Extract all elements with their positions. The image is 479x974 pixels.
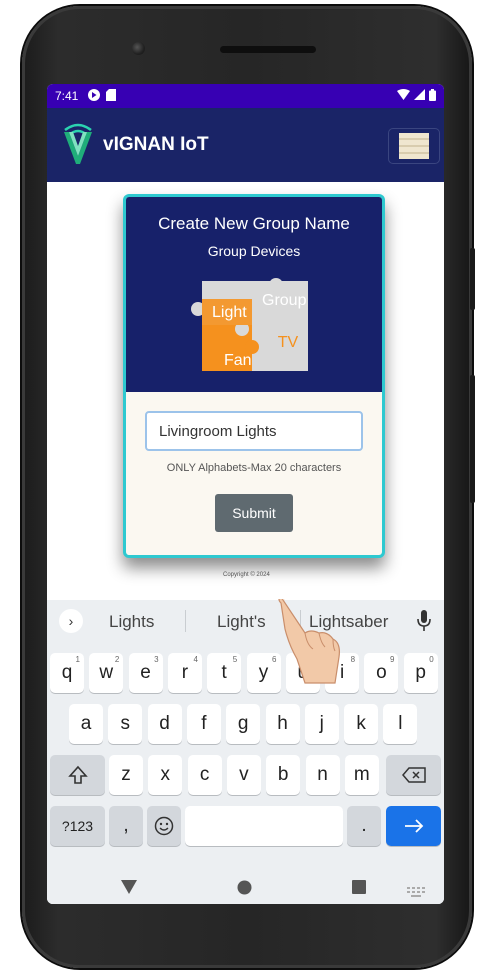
app-title: vIGNAN IoT bbox=[103, 134, 209, 155]
enter-key[interactable] bbox=[386, 806, 441, 846]
key-w[interactable]: w2 bbox=[89, 653, 124, 693]
key-number-hint: 4 bbox=[193, 655, 198, 664]
illustration-tv-label: TV bbox=[278, 334, 299, 351]
app-bar: vIGNAN IoT bbox=[47, 108, 444, 182]
key-r[interactable]: r4 bbox=[167, 653, 202, 693]
wifi-icon bbox=[397, 89, 410, 103]
shift-key[interactable] bbox=[50, 755, 105, 795]
key-v[interactable]: v bbox=[226, 755, 261, 795]
menu-button[interactable] bbox=[388, 128, 440, 164]
backspace-icon bbox=[401, 767, 426, 783]
phone-screen: 7:41 vIGNAN IoT Create New Group Name Gr… bbox=[47, 84, 444, 904]
power-button bbox=[470, 248, 475, 310]
key-k[interactable]: k bbox=[344, 704, 379, 744]
sd-card-icon bbox=[106, 88, 117, 104]
key-number-hint: 8 bbox=[350, 655, 356, 664]
key-d[interactable]: d bbox=[147, 704, 182, 744]
key-s[interactable]: s bbox=[108, 704, 143, 744]
key-a[interactable]: a bbox=[69, 704, 103, 744]
key-l[interactable]: l bbox=[383, 704, 418, 744]
key-x[interactable]: x bbox=[148, 755, 183, 795]
earpiece-speaker bbox=[220, 46, 316, 53]
signal-icon bbox=[414, 89, 425, 103]
illustration-light-label: Light bbox=[212, 304, 247, 321]
copyright-text: Copyright © 2024 bbox=[223, 572, 270, 578]
emoji-key[interactable] bbox=[147, 806, 181, 846]
key-j[interactable]: j bbox=[304, 704, 339, 744]
hamburger-menu-icon bbox=[399, 133, 429, 159]
key-h[interactable]: h bbox=[265, 704, 300, 744]
key-n[interactable]: n bbox=[305, 755, 340, 795]
nav-back-icon[interactable] bbox=[121, 880, 137, 899]
space-key[interactable] bbox=[185, 806, 343, 846]
nav-home-icon[interactable] bbox=[237, 880, 252, 900]
key-number-hint: 0 bbox=[429, 655, 434, 664]
key-number-hint: 2 bbox=[114, 655, 120, 664]
dialog-header: Create New Group Name Group Devices Ligh… bbox=[126, 197, 382, 392]
illustration-group-label: Group bbox=[262, 292, 307, 309]
key-o[interactable]: o9 bbox=[364, 653, 399, 693]
suggestion-1[interactable]: Lights bbox=[109, 612, 154, 632]
key-g[interactable]: g bbox=[226, 704, 261, 744]
backspace-key[interactable] bbox=[386, 755, 441, 795]
soft-keyboard: › Lights Light's Lightsaber q1w2e3r4t5y6… bbox=[47, 600, 444, 904]
microphone-icon[interactable] bbox=[417, 610, 431, 637]
key-number-hint: 1 bbox=[75, 655, 80, 664]
volume-button bbox=[470, 375, 475, 503]
pointing-hand-icon bbox=[278, 599, 340, 684]
play-protect-icon bbox=[88, 88, 101, 104]
chevron-right-icon[interactable]: › bbox=[59, 609, 83, 633]
key-e[interactable]: e3 bbox=[128, 653, 163, 693]
key-p[interactable]: p0 bbox=[403, 653, 438, 693]
dialog-subtitle: Group Devices bbox=[207, 243, 301, 259]
key-number-hint: 5 bbox=[232, 655, 238, 664]
arrow-right-icon bbox=[404, 819, 423, 833]
comma-key[interactable]: , bbox=[109, 806, 143, 846]
nav-recents-icon[interactable] bbox=[352, 880, 366, 899]
suggestion-2[interactable]: Light's bbox=[217, 612, 266, 632]
dialog-title: Create New Group Name bbox=[158, 214, 350, 233]
app-logo-icon bbox=[61, 118, 95, 173]
suggestion-strip: › Lights Light's Lightsaber bbox=[47, 600, 444, 642]
key-b[interactable]: b bbox=[266, 755, 301, 795]
create-group-dialog: Create New Group Name Group Devices Ligh… bbox=[123, 194, 385, 558]
key-t[interactable]: t5 bbox=[207, 653, 242, 693]
key-number-hint: 9 bbox=[389, 655, 395, 664]
keyboard-switch-icon[interactable] bbox=[407, 884, 425, 902]
key-c[interactable]: c bbox=[187, 755, 222, 795]
shift-arrow-icon bbox=[67, 765, 88, 784]
emoji-icon bbox=[154, 816, 174, 836]
input-hint: ONLY Alphabets-Max 20 characters bbox=[166, 462, 342, 474]
battery-icon bbox=[429, 88, 436, 104]
key-f[interactable]: f bbox=[186, 704, 221, 744]
illustration-fan-label: Fan bbox=[224, 352, 252, 369]
status-bar: 7:41 bbox=[47, 84, 444, 108]
period-key[interactable]: . bbox=[347, 806, 381, 846]
front-camera bbox=[132, 42, 145, 55]
submit-button[interactable]: Submit bbox=[215, 494, 293, 532]
key-m[interactable]: m bbox=[344, 755, 379, 795]
key-z[interactable]: z bbox=[109, 755, 143, 795]
group-name-input[interactable] bbox=[145, 411, 363, 451]
group-devices-puzzle-illustration: Light Group TV Fan bbox=[191, 278, 308, 371]
key-number-hint: 3 bbox=[154, 655, 159, 664]
symbols-key[interactable]: ?123 bbox=[50, 806, 105, 846]
status-time: 7:41 bbox=[55, 89, 79, 103]
navigation-bar bbox=[47, 872, 444, 904]
key-q[interactable]: q1 bbox=[50, 653, 84, 693]
suggestion-divider bbox=[185, 610, 186, 632]
